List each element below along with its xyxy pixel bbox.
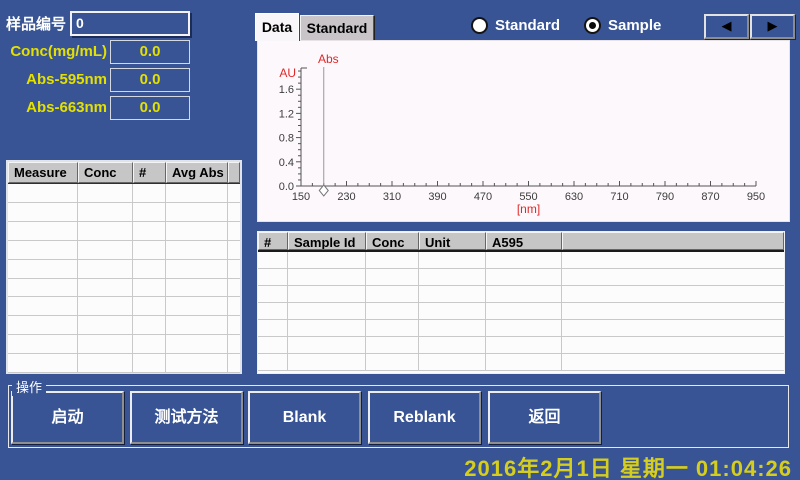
right-arrow-icon: ▶ [768,18,778,33]
table-row[interactable] [8,203,240,222]
sample-results-table-header: #Sample IdConcUnitA595 [258,232,784,252]
table-row[interactable] [258,354,784,371]
series-label: Abs [318,52,339,66]
x-tick-label: 470 [474,191,492,203]
column-header-2: # [133,162,166,183]
table-row[interactable] [8,222,240,241]
radio-sample-label: Sample [608,17,661,34]
y-tick-label: 1.2 [279,108,294,120]
column-header-4: A595 [486,232,562,250]
chart-panel: 1502303103904705506307107908709500.00.40… [257,40,790,222]
abs-595-label: Abs-595nm [0,68,107,92]
sample-results-table-body[interactable] [258,252,784,371]
measure-table-body[interactable] [8,184,240,373]
table-row[interactable] [8,297,240,316]
test-method-button[interactable]: 测试方法 [130,391,243,444]
table-row[interactable] [8,241,240,260]
abs-595-value-field[interactable]: 0.0 [110,68,190,92]
y-tick-label: 0.4 [279,157,294,169]
start-button[interactable]: 启动 [11,391,124,444]
y-axis-unit-label: AU [279,66,296,80]
y-tick-label: 0.8 [279,133,294,145]
table-row[interactable] [8,279,240,298]
column-divider [165,184,166,373]
table-row[interactable] [258,269,784,286]
table-row[interactable] [258,252,784,269]
column-header-1: Sample Id [288,232,366,250]
conc-value-field[interactable]: 0.0 [110,40,190,64]
table-row[interactable] [8,184,240,203]
column-divider [365,252,366,371]
absorbance-spectrum-chart[interactable]: 1502303103904705506307107908709500.00.40… [258,41,789,221]
column-divider [227,184,228,373]
column-header-2: Conc [366,232,419,250]
x-tick-label: 390 [428,191,446,203]
instrument-screen: 样品编号 0 Conc(mg/mL) 0.0 Abs-595nm 0.0 Abs… [0,0,800,480]
sample-number-label: 样品编号 [6,13,66,34]
column-header-4 [228,162,240,183]
tab-data[interactable]: Data [255,13,299,41]
abs-663-label: Abs-663nm [0,96,107,120]
column-header-5 [562,232,784,250]
column-header-1: Conc [78,162,133,183]
table-row[interactable] [8,260,240,279]
next-button[interactable]: ▶ [750,14,795,39]
radio-icon[interactable] [471,17,488,34]
sample-number-input[interactable]: 0 [70,11,190,36]
x-tick-label: 630 [565,191,583,203]
column-header-3: Avg Abs [166,162,228,183]
column-divider [77,184,78,373]
column-divider [485,252,486,371]
y-tick-label: 1.6 [279,84,294,96]
measure-table[interactable]: MeasureConc#Avg Abs [6,160,242,374]
radio-standard[interactable]: Standard [471,16,560,34]
table-row[interactable] [258,320,784,337]
table-row[interactable] [8,316,240,335]
x-tick-label: 870 [701,191,719,203]
radio-icon[interactable] [584,17,601,34]
wavelength-cursor-handle[interactable] [319,185,328,196]
blank-button[interactable]: Blank [248,391,361,444]
action-group: 启动 测试方法 Blank Reblank 返回 [8,385,789,448]
radio-sample[interactable]: Sample [584,16,661,34]
column-divider [132,184,133,373]
table-row[interactable] [8,335,240,354]
x-tick-label: 150 [292,191,310,203]
column-divider [418,252,419,371]
left-arrow-icon: ◀ [722,18,732,33]
column-divider [561,252,562,371]
x-tick-label: 790 [656,191,674,203]
datetime-display: 2016年2月1日 星期一 01:04:26 [464,451,792,480]
column-header-0: # [258,232,288,250]
conc-label: Conc(mg/mL) [0,40,107,64]
table-row[interactable] [258,286,784,303]
table-row[interactable] [8,354,240,373]
column-header-0: Measure [8,162,78,183]
measure-table-header: MeasureConc#Avg Abs [8,162,240,184]
column-header-3: Unit [419,232,486,250]
reblank-button[interactable]: Reblank [368,391,481,444]
action-group-label: 操作 [12,377,46,396]
y-tick-label: 0.0 [279,181,294,193]
abs-663-value-field[interactable]: 0.0 [110,96,190,120]
x-axis-unit-label: [nm] [517,202,540,216]
tab-standard[interactable]: Standard [300,15,374,41]
table-row[interactable] [258,337,784,354]
column-divider [287,252,288,371]
x-tick-label: 310 [383,191,401,203]
x-tick-label: 710 [610,191,628,203]
table-row[interactable] [258,303,784,320]
prev-button[interactable]: ◀ [704,14,749,39]
x-tick-label: 950 [747,191,765,203]
radio-standard-label: Standard [495,17,560,34]
x-tick-label: 230 [337,191,355,203]
return-button[interactable]: 返回 [488,391,601,444]
sample-results-table[interactable]: #Sample IdConcUnitA595 [257,231,785,374]
